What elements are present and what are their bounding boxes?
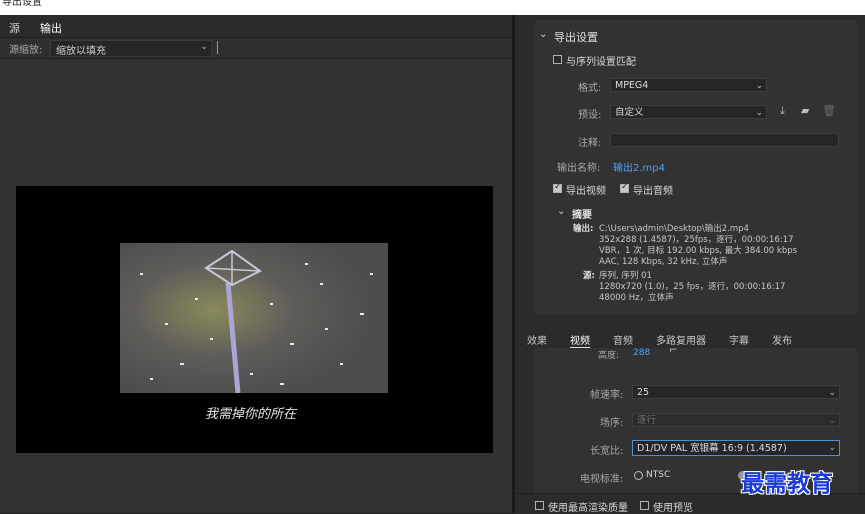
source-scale-value: 缩放以填充 bbox=[56, 46, 106, 57]
export-settings-title: 导出设置 bbox=[554, 31, 598, 44]
save-preset-icon[interactable]: ⤓ bbox=[780, 104, 785, 118]
source-scale-select[interactable]: 缩放以填充 ⌄ bbox=[50, 40, 212, 57]
field-order-label: 场序: bbox=[600, 418, 624, 429]
chevron-down-icon: ⌄ bbox=[200, 42, 208, 52]
source-line-3: 48000 Hz，立体声 bbox=[599, 293, 674, 303]
framerate-value: 25 bbox=[637, 387, 650, 398]
chevron-down-icon: ⌄ bbox=[828, 388, 836, 398]
summary-source-label: 源: bbox=[583, 271, 595, 281]
output-line-1: C:\Users\admin\Desktop\输出2.mp4 bbox=[599, 224, 749, 234]
preset-label: 预设: bbox=[578, 110, 602, 121]
tab-publish[interactable]: 发布 bbox=[772, 332, 792, 347]
tab-multiplexer[interactable]: 多路复用器 bbox=[656, 332, 706, 347]
export-video-label: 导出视频 bbox=[566, 186, 606, 197]
summary-title: 摘要 bbox=[572, 210, 592, 221]
output-name-label: 输出名称: bbox=[557, 163, 601, 174]
export-video-checkbox[interactable] bbox=[553, 182, 562, 193]
max-quality-checkbox[interactable] bbox=[535, 501, 544, 510]
format-value: MPEG4 bbox=[615, 80, 649, 91]
format-select[interactable]: MPEG4 ⌄ bbox=[610, 78, 767, 92]
collapse-chevron-icon[interactable]: ⌄ bbox=[539, 29, 547, 40]
summary-output-label: 输出: bbox=[573, 224, 594, 234]
ntsc-radio[interactable] bbox=[634, 471, 643, 480]
field-order-select[interactable]: 逐行 ⌄ bbox=[632, 413, 840, 427]
height-label: 高度: bbox=[598, 351, 620, 361]
comment-label: 注释: bbox=[578, 138, 602, 149]
title-bar: 导出设置 bbox=[0, 0, 865, 15]
match-sequence-checkbox[interactable] bbox=[553, 55, 562, 64]
summary-chevron-icon[interactable]: ⌄ bbox=[557, 206, 565, 217]
match-sequence-label: 与序列设置匹配 bbox=[566, 57, 636, 68]
source-line-1: 序列, 序列 01 bbox=[599, 271, 652, 281]
format-label: 格式: bbox=[578, 83, 602, 94]
preset-select[interactable]: 自定义 ⌄ bbox=[610, 105, 767, 119]
max-quality-label: 使用最高渲染质量 bbox=[548, 503, 628, 514]
toolbar-separator bbox=[217, 41, 218, 54]
comment-input[interactable] bbox=[610, 133, 839, 147]
delete-preset-icon[interactable]: 🗑 bbox=[822, 104, 836, 117]
use-preview-checkbox[interactable] bbox=[640, 501, 649, 510]
video-subtitle: 我需掉你的所在 bbox=[205, 407, 297, 422]
link-bracket-icon: ⌐ bbox=[669, 345, 678, 356]
watermark-logo: 最需教育 bbox=[741, 470, 833, 497]
preset-value: 自定义 bbox=[615, 107, 644, 118]
settings-tabs: 效果 视频 音频 多路复用器 字幕 发布 bbox=[515, 328, 865, 349]
ntsc-label: NTSC bbox=[646, 470, 671, 480]
chevron-down-icon: ⌄ bbox=[828, 443, 836, 453]
source-output-tabs: 源 输出 bbox=[0, 15, 512, 39]
chevron-down-icon: ⌄ bbox=[828, 416, 836, 426]
output-line-3: VBR，1 次, 目标 192.00 kbps, 最大 384.00 kbps bbox=[599, 246, 798, 256]
tab-audio[interactable]: 音频 bbox=[613, 332, 633, 347]
framerate-label: 帧速率: bbox=[590, 390, 624, 401]
import-preset-icon[interactable]: ▰ bbox=[801, 104, 809, 117]
output-line-4: AAC, 128 Kbps, 32 kHz, 立体声 bbox=[599, 257, 728, 267]
source-scale-label: 源缩放: bbox=[9, 45, 43, 56]
tab-captions[interactable]: 字幕 bbox=[729, 332, 749, 347]
export-audio-checkbox[interactable] bbox=[620, 182, 629, 193]
output-line-2: 352x288 (1.4587)，25fps，逐行，00:00:16:17 bbox=[599, 235, 794, 245]
chevron-down-icon: ⌄ bbox=[755, 81, 763, 91]
tab-effects[interactable]: 效果 bbox=[527, 332, 547, 347]
chevron-down-icon: ⌄ bbox=[755, 108, 763, 118]
framerate-select[interactable]: 25 ⌄ bbox=[632, 385, 840, 399]
video-frame bbox=[120, 243, 388, 393]
window-title: 导出设置 bbox=[2, 0, 42, 8]
tab-source[interactable]: 源 bbox=[9, 20, 20, 36]
height-value[interactable]: 288 bbox=[633, 348, 650, 358]
tab-video[interactable]: 视频 bbox=[570, 332, 590, 349]
output-name-link[interactable]: 输出2.mp4 bbox=[613, 159, 665, 174]
aspect-label: 长宽比: bbox=[590, 446, 624, 457]
aspect-select[interactable]: D1/DV PAL 宽银幕 16:9 (1.4587) ⌄ bbox=[632, 440, 840, 456]
aspect-value: D1/DV PAL 宽银幕 16:9 (1.4587) bbox=[637, 443, 787, 454]
field-order-value: 逐行 bbox=[637, 415, 657, 426]
source-line-2: 1280x720 (1.0)，25 fps，逐行，00:00:16:17 bbox=[599, 282, 786, 292]
export-audio-label: 导出音频 bbox=[633, 186, 673, 197]
tv-standard-label: 电视标准: bbox=[580, 474, 624, 485]
use-preview-label: 使用预览 bbox=[653, 503, 693, 514]
video-frame-image bbox=[120, 243, 388, 393]
